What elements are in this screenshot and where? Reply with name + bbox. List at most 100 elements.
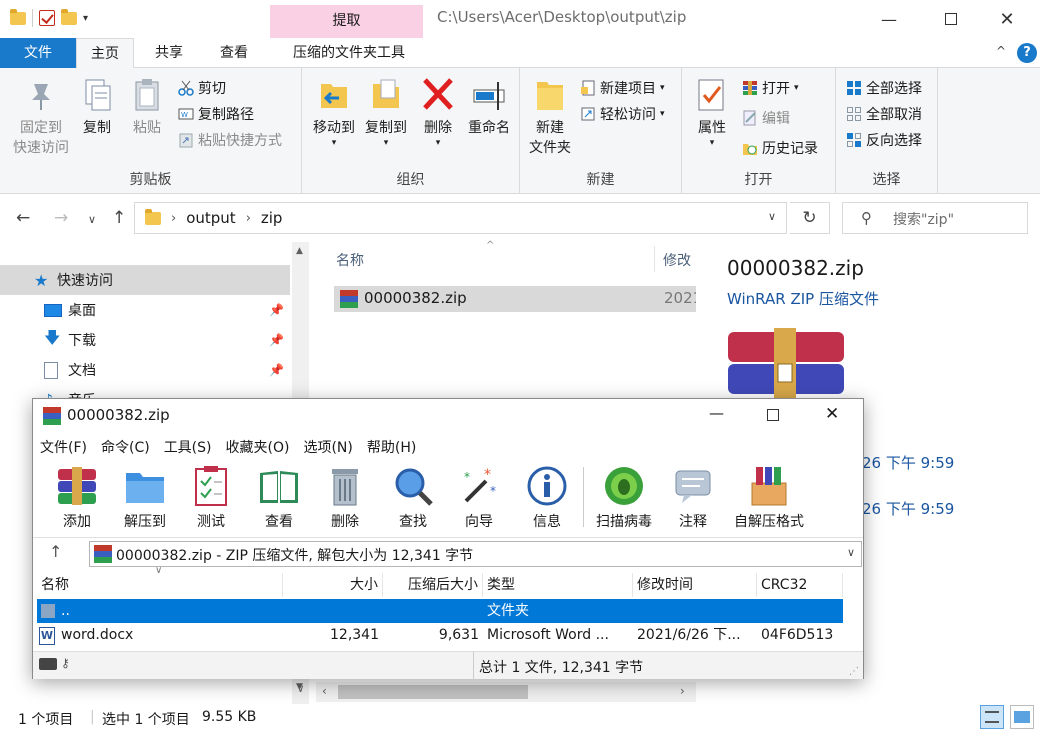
column-header-crc32[interactable]: CRC32 xyxy=(757,573,843,597)
scroll-right-icon[interactable]: › xyxy=(680,684,685,698)
pin-icon[interactable]: 📌 xyxy=(269,303,284,317)
qat-dropdown-icon[interactable]: ▾ xyxy=(83,13,88,24)
forward-arrow-icon[interactable]: → xyxy=(54,208,68,228)
breadcrumb-zip[interactable]: zip xyxy=(261,209,283,227)
breadcrumb-chevron-icon[interactable]: › xyxy=(246,211,251,226)
pin-quick-access-button[interactable]: 固定到 快速访问 xyxy=(8,76,74,158)
scroll-left-icon[interactable]: ‹ xyxy=(322,684,327,698)
select-none-button[interactable]: 全部取消 xyxy=(846,104,922,124)
easy-access-button[interactable]: 轻松访问 ▾ xyxy=(580,104,665,124)
menu-tools[interactable]: 工具(S) xyxy=(164,437,212,457)
pin-icon[interactable]: 📌 xyxy=(269,333,284,347)
tab-share[interactable]: 共享 xyxy=(140,38,198,68)
recent-locations-chevron-icon[interactable]: ∨ xyxy=(88,213,96,226)
details-view-button[interactable] xyxy=(980,705,1004,729)
column-header-name[interactable]: 名称 xyxy=(37,573,283,597)
tool-info-button[interactable]: 信息 xyxy=(517,465,577,531)
nav-scroll-down-icon[interactable]: ∨ xyxy=(292,682,309,702)
menu-help[interactable]: 帮助(H) xyxy=(367,437,416,457)
tool-comment-button[interactable]: 注释 xyxy=(663,465,723,531)
paste-shortcut-button[interactable]: 粘贴快捷方式 xyxy=(178,130,282,150)
move-to-button[interactable]: 移动到 ▾ xyxy=(306,76,362,148)
archive-path-dropdown[interactable]: 00000382.zip - ZIP 压缩文件, 解包大小为 12,341 字节… xyxy=(89,541,862,567)
history-button[interactable]: 历史记录 xyxy=(742,138,818,158)
copy-path-button[interactable]: W 复制路径 xyxy=(178,104,254,124)
column-header-size[interactable]: 大小 xyxy=(283,573,383,597)
column-divider[interactable] xyxy=(654,246,655,272)
back-arrow-icon[interactable]: ← xyxy=(16,208,30,228)
address-dropdown-icon[interactable]: ∨ xyxy=(768,210,776,223)
table-row[interactable]: W word.docx 12,341 9,631 Microsoft Word … xyxy=(37,623,843,647)
nav-quick-access[interactable]: ★ 快速访问 xyxy=(0,265,290,295)
tool-scan-virus-button[interactable]: 扫描病毒 xyxy=(591,465,657,531)
tab-file[interactable]: 文件 xyxy=(0,38,76,68)
tool-find-button[interactable]: 查找 xyxy=(383,465,443,531)
column-header-name[interactable]: 名称 xyxy=(336,250,364,270)
scroll-up-icon[interactable]: ▲ xyxy=(296,246,303,256)
open-button[interactable]: 打开 ▾ xyxy=(742,78,799,98)
large-icons-view-button[interactable] xyxy=(1010,705,1034,729)
drive-icon[interactable] xyxy=(39,658,57,670)
search-box[interactable]: ⚲ 搜索"zip" xyxy=(842,202,1028,234)
copy-to-button[interactable]: 复制到 ▾ xyxy=(358,76,414,148)
scrollbar-thumb[interactable] xyxy=(338,685,528,699)
close-button[interactable]: ✕ xyxy=(984,0,1030,38)
column-header-type[interactable]: 类型 xyxy=(483,573,633,597)
refresh-button[interactable]: ↻ xyxy=(790,202,830,234)
pin-icon[interactable]: 📌 xyxy=(269,363,284,377)
invert-selection-button[interactable]: 反向选择 xyxy=(846,130,922,150)
up-arrow-icon[interactable]: ↑ xyxy=(112,208,126,228)
table-row-parent[interactable]: .. 文件夹 xyxy=(37,599,843,623)
nav-documents[interactable]: 文档 📌 xyxy=(0,355,290,385)
winrar-close-button[interactable]: ✕ xyxy=(825,404,839,424)
nav-downloads[interactable]: 🡇 下载 📌 xyxy=(0,325,290,355)
horizontal-scrollbar[interactable]: ‹ › xyxy=(316,682,696,702)
new-item-button[interactable]: 新建项目 ▾ xyxy=(580,78,665,98)
column-header-modified[interactable]: 修改 xyxy=(663,250,691,270)
winrar-maximize-button[interactable] xyxy=(767,409,779,421)
key-icon[interactable]: ⚷ xyxy=(61,656,70,670)
edit-button[interactable]: 编辑 xyxy=(742,108,790,128)
nav-desktop[interactable]: 桌面 📌 xyxy=(0,295,290,325)
menu-commands[interactable]: 命令(C) xyxy=(101,437,150,457)
collapse-ribbon-icon[interactable]: ^ xyxy=(996,44,1006,58)
tab-view[interactable]: 查看 xyxy=(205,38,263,68)
new-folder-icon[interactable] xyxy=(61,8,77,25)
select-all-button[interactable]: 全部选择 xyxy=(846,78,922,98)
paste-button[interactable]: 粘贴 xyxy=(126,76,168,138)
new-folder-button[interactable]: 新建 文件夹 xyxy=(524,76,576,158)
tool-add-button[interactable]: 添加 xyxy=(47,465,107,531)
menu-options[interactable]: 选项(N) xyxy=(303,437,352,457)
properties-button[interactable]: 属性 ▾ xyxy=(690,76,734,148)
cut-button[interactable]: 剪切 xyxy=(178,78,226,98)
tab-compressed-folder-tools[interactable]: 压缩的文件夹工具 xyxy=(275,38,423,68)
tab-home[interactable]: 主页 xyxy=(76,38,134,69)
delete-button[interactable]: 删除 ▾ xyxy=(418,76,458,148)
tool-wizard-button[interactable]: * * * 向导 xyxy=(449,465,509,531)
address-bar[interactable]: › output › zip ∨ xyxy=(134,202,787,234)
breadcrumb-output[interactable]: output xyxy=(186,209,235,227)
winrar-minimize-button[interactable]: — xyxy=(709,404,724,422)
path-dropdown-icon[interactable]: ∨ xyxy=(847,546,855,559)
column-header-packed-size[interactable]: 压缩后大小 xyxy=(383,573,483,597)
resize-grip-icon[interactable]: ⋰ xyxy=(849,666,859,677)
up-folder-arrow-icon[interactable]: ↑ xyxy=(49,542,62,561)
tool-sfx-button[interactable]: 自解压格式 xyxy=(729,465,809,531)
minimize-button[interactable]: — xyxy=(866,0,912,38)
help-icon[interactable]: ? xyxy=(1017,43,1037,63)
menu-favorites[interactable]: 收藏夹(O) xyxy=(226,437,290,457)
copy-button[interactable]: 复制 xyxy=(76,76,118,138)
breadcrumb-chevron-icon[interactable]: › xyxy=(171,211,176,226)
menu-file[interactable]: 文件(F) xyxy=(40,437,87,457)
tool-delete-button[interactable]: 删除 xyxy=(315,465,375,531)
list-item[interactable]: 00000382.zip 2021 xyxy=(334,286,702,312)
tool-test-button[interactable]: 测试 xyxy=(181,465,241,531)
svg-text:*: * xyxy=(464,470,470,484)
tool-view-button[interactable]: 查看 xyxy=(249,465,309,531)
tool-extract-to-button[interactable]: 解压到 xyxy=(115,465,175,531)
properties-check-icon[interactable] xyxy=(39,10,55,26)
maximize-button[interactable] xyxy=(928,0,974,38)
rename-button[interactable]: 重命名 xyxy=(464,76,514,138)
column-header-modified[interactable]: 修改时间 xyxy=(633,573,757,597)
context-tab-extract[interactable]: 提取 xyxy=(270,5,423,38)
